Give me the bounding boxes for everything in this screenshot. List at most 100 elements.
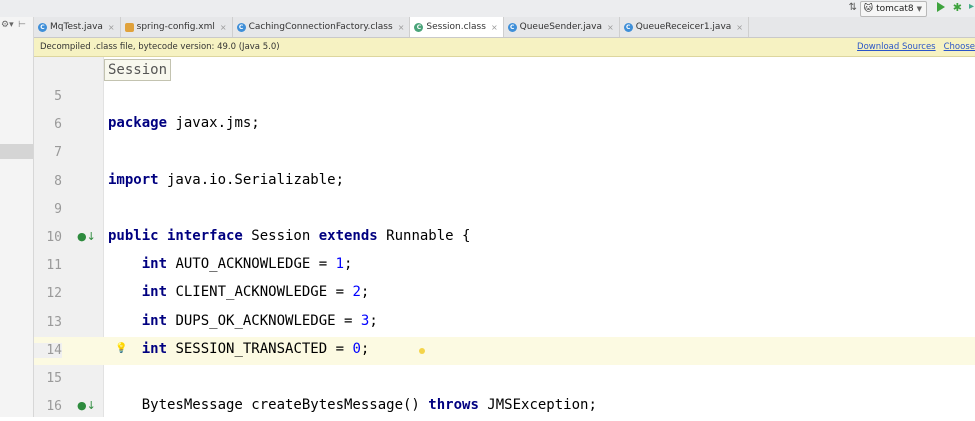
line-number: 8 [54,173,62,189]
sort-icon[interactable]: ⇅ [849,2,857,13]
line-number: 9 [54,201,62,217]
breadcrumb[interactable]: Session [104,59,172,81]
code-token: ; [360,284,370,301]
keyword: throws [428,397,479,414]
code-text: package javax.jms; [108,115,260,131]
code-token: DUPS_OK_ACKNOWLEDGE = [167,312,361,329]
keyword: int [141,340,168,357]
close-icon[interactable]: × [220,23,227,32]
line-number: 13 [46,314,62,330]
code-line[interactable]: 5 [34,83,975,111]
class-file-icon: C [414,22,424,32]
code-token: JMSException; [478,397,597,414]
keyword: public interface [108,228,243,244]
code-line[interactable]: 14 💡 int SESSION_TRANSACTED = 0; [34,336,975,365]
code-line[interactable]: 10 ●↓ public interface Session extends Run… [34,224,975,252]
coverage-icon[interactable]: ▸ [969,1,974,12]
code-token: SESSION_TRANSACTED = [167,340,353,357]
implemented-icon[interactable]: ●↓ [77,230,96,243]
class-file-icon: C [38,22,47,32]
close-icon[interactable]: × [108,23,115,32]
keyword: int [141,256,168,273]
code-token: Runnable { [377,228,471,244]
debug-icon[interactable]: ✱ [953,1,962,14]
close-icon[interactable]: × [736,23,743,32]
line-number: 15 [46,371,62,386]
code-text: public interface Session extends Runnabl… [108,228,470,244]
tab-label: Session.class [426,22,486,32]
number-literal: 2 [352,284,361,301]
code-line[interactable]: 11 int AUTO_ACKNOWLEDGE = 1; [34,252,975,280]
code-token: ; [360,340,370,357]
tomcat-icon: 🐱 [863,4,874,14]
code-line[interactable]: 12 int CLIENT_ACKNOWLEDGE = 2; [34,280,975,308]
project-panel-strip: ⚙▾ ⊢ [0,17,34,417]
tab-label: QueueReceicer1.java [635,22,732,32]
chevron-down-icon: ▼ [916,5,922,13]
run-icon[interactable] [937,2,945,12]
code-text: int CLIENT_ACKNOWLEDGE = 2; [108,284,370,301]
editor-tabs: C MqTest.java × spring-config.xml × C CachingC… [34,17,975,38]
close-icon[interactable]: × [398,23,405,32]
line-number: 16 [46,399,62,415]
tab-cachingconnectionfactory-class[interactable]: C CachingConnectionFactory.class × [233,17,411,37]
tab-queuesender-java[interactable]: C QueueSender.java × [504,17,620,37]
code-line[interactable]: 15 [34,365,975,393]
code-line[interactable]: 7 [34,139,975,167]
xml-file-icon [124,22,134,32]
top-toolbar: ⇅ 🐱 tomcat8 ▼ ✱ ▸ [0,0,975,18]
keyword: int [141,284,168,301]
class-file-icon: C [507,22,517,32]
implemented-icon[interactable]: ●↓ [77,399,96,412]
class-file-icon: C [236,22,246,32]
code-token: java.io.Serializable; [158,171,345,188]
code-text: import java.io.Serializable; [108,172,344,188]
number-literal: 1 [335,256,345,273]
tab-spring-config-xml[interactable]: spring-config.xml × [121,17,233,37]
run-configuration-select[interactable]: 🐱 tomcat8 ▼ [859,1,927,17]
code-token: AUTO_ACKNOWLEDGE = [167,256,336,273]
code-token: ; [344,256,353,273]
code-token: javax.jms; [167,115,260,132]
tab-label: CachingConnectionFactory.class [248,22,393,32]
selected-tree-row[interactable] [0,144,33,159]
code-text: int DUPS_OK_ACKNOWLEDGE = 3; [108,313,378,329]
caret-marker [419,347,425,354]
keyword: import [108,171,159,188]
tab-label: MqTest.java [50,22,103,32]
code-text: BytesMessage createBytesMessage() throws… [108,397,597,413]
collapse-icon[interactable]: ⊢ [18,20,26,30]
code-token: Session [242,228,319,244]
gear-icon[interactable]: ⚙▾ [1,20,14,30]
line-number: 5 [54,89,62,104]
tab-label: spring-config.xml [136,22,215,32]
banner-message: Decompiled .class file, bytecode version… [40,42,280,52]
close-icon[interactable]: × [607,23,614,32]
line-number: 7 [54,145,62,161]
code-token: CLIENT_ACKNOWLEDGE = [167,284,353,301]
code-line[interactable]: 6 package javax.jms; [34,111,975,139]
choose-sources-link[interactable]: Choose [944,38,975,56]
class-file-icon: C [623,22,633,32]
code-line[interactable]: 13 int DUPS_OK_ACKNOWLEDGE = 3; [34,309,975,337]
tab-queuereceicer1-java[interactable]: C QueueReceicer1.java × [620,17,749,37]
keyword: package [108,115,168,132]
close-icon[interactable]: × [491,23,498,32]
tab-session-class[interactable]: C Session.class × [410,17,504,37]
keyword: int [141,312,168,329]
number-literal: 0 [352,340,361,357]
tab-label: QueueSender.java [519,22,603,32]
line-number: 6 [54,117,62,133]
run-configuration-label: tomcat8 [876,4,914,14]
tab-mqtest-java[interactable]: C MqTest.java × [34,17,121,37]
code-token: BytesMessage createBytesMessage() [108,397,429,414]
code-line[interactable]: 8 import java.io.Serializable; [34,168,975,196]
line-number: 12 [46,286,62,302]
code-line[interactable]: 9 [34,196,975,224]
line-number: 14 [34,342,62,358]
download-sources-link[interactable]: Download Sources [857,38,936,56]
